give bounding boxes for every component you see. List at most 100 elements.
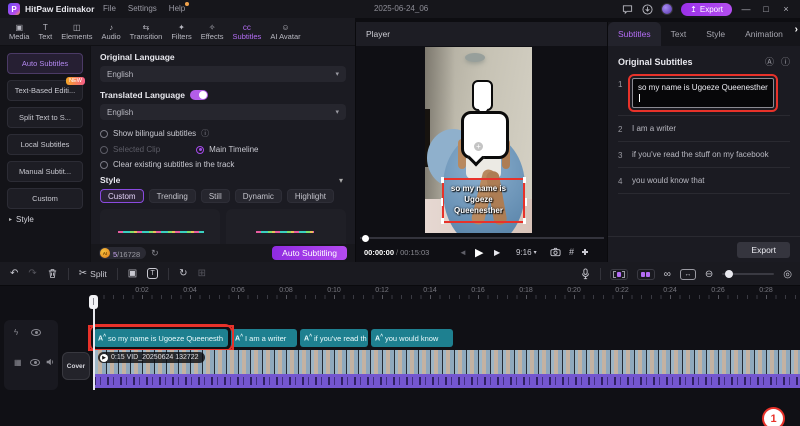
menu-item[interactable]: Help xyxy=(169,4,185,13)
clear-subtitles-checkbox[interactable] xyxy=(100,161,108,169)
clear-subtitles-label: Clear existing subtitles in the track xyxy=(113,160,234,169)
move-handle-icon[interactable]: + xyxy=(473,141,484,152)
subtitle-text-field[interactable]: you would know that xyxy=(632,175,711,186)
translated-language-toggle[interactable] xyxy=(190,90,208,100)
ribbon-tab[interactable]: ♪ Audio xyxy=(101,23,120,41)
sidebar-item[interactable]: Split Text to S... xyxy=(7,107,83,128)
cover-button[interactable]: Cover xyxy=(62,352,90,380)
snap-icon[interactable] xyxy=(637,269,655,280)
info-icon[interactable]: ⓘ xyxy=(201,128,209,139)
redo-icon[interactable]: ↷ xyxy=(28,268,36,279)
right-panel-tab[interactable]: Text xyxy=(661,22,697,46)
next-frame-icon[interactable]: ▶ xyxy=(494,248,500,257)
mute-track-icon[interactable] xyxy=(45,357,55,367)
subtitle-row[interactable]: 1 so my name is Ugoeze Queenesther xyxy=(608,74,800,112)
minimize-icon[interactable]: — xyxy=(740,4,752,14)
previous-frame-icon[interactable]: ◄ xyxy=(459,248,467,257)
zoom-out-icon[interactable]: ⊖ xyxy=(705,269,713,280)
grid-icon[interactable]: # xyxy=(569,247,574,257)
mask-icon[interactable]: ▣ xyxy=(128,268,137,279)
feedback-icon[interactable] xyxy=(621,3,633,15)
subtitle-row[interactable]: 4 you would know that xyxy=(608,171,800,190)
video-clip[interactable]: ▶ 0:15 VID_20250624 132722 xyxy=(94,350,800,374)
subtitle-text-field[interactable]: so my name is Ugoeze Queenesther xyxy=(632,78,774,108)
split-button[interactable]: ✂ Split xyxy=(79,268,107,279)
right-panel-tab[interactable]: Animation xyxy=(735,22,793,46)
ribbon-tab[interactable]: ⇆ Transition xyxy=(130,23,163,41)
voiceover-mic-icon[interactable] xyxy=(580,268,591,280)
snapshot-icon[interactable] xyxy=(550,247,561,257)
play-icon[interactable]: ▶ xyxy=(475,246,483,259)
right-panel-tab[interactable]: Style xyxy=(696,22,735,46)
selected-clip-radio[interactable] xyxy=(100,146,108,154)
export-button[interactable]: ↥ Export xyxy=(681,3,732,16)
video-track-icon[interactable]: ▦ xyxy=(14,358,22,367)
style-tab[interactable]: Dynamic xyxy=(235,189,282,203)
sidebar-item-style[interactable]: ▸ Style xyxy=(7,215,83,224)
menu-item[interactable]: Settings xyxy=(128,4,157,13)
ribbon-tab[interactable]: ◫ Elements xyxy=(61,23,92,41)
tabs-overflow-chevron-icon[interactable]: › xyxy=(795,24,798,35)
subtitle-text-field[interactable]: if you've read the stuff on my facebook xyxy=(632,149,775,160)
zoom-slider-handle[interactable] xyxy=(725,270,733,278)
ribbon-tab[interactable]: ✧ Effects xyxy=(201,23,224,41)
text-tool-icon[interactable]: T xyxy=(147,268,158,279)
auto-translate-icon[interactable]: Ⓐ xyxy=(765,55,774,68)
style-tab[interactable]: Still xyxy=(201,189,230,203)
expand-clips-icon[interactable]: ↔ xyxy=(680,269,696,280)
right-panel-tab[interactable]: Subtitles xyxy=(608,22,661,46)
maximize-icon[interactable]: □ xyxy=(760,4,772,14)
link-clips-icon[interactable]: ∞ xyxy=(664,269,671,280)
refresh-icon[interactable]: ↻ xyxy=(151,248,159,259)
sidebar-item[interactable]: Text-Based Editi... NEW xyxy=(7,80,83,101)
player-progress-bar[interactable] xyxy=(360,237,604,239)
undo-icon[interactable]: ↶ xyxy=(10,268,18,279)
video-preview[interactable]: + so my name is Ugoeze Queenesther xyxy=(425,47,532,233)
replace-icon[interactable]: ↻ xyxy=(179,268,187,279)
audio-waveform[interactable] xyxy=(94,374,800,388)
style-sample-text xyxy=(256,231,314,233)
download-icon[interactable] xyxy=(641,3,653,15)
subtitle-clip[interactable]: A you would know xyxy=(371,329,453,347)
ruler-timestamp: 0:22 xyxy=(615,287,629,294)
export-subtitles-button[interactable]: Export xyxy=(737,242,790,258)
ribbon-tab[interactable]: ✦ Filters xyxy=(171,23,191,41)
style-tabs-chevron-icon[interactable]: ▾ xyxy=(339,176,343,185)
menu-item[interactable]: File xyxy=(103,4,116,13)
playhead-handle[interactable] xyxy=(89,295,98,309)
style-tab[interactable]: Custom xyxy=(100,189,144,203)
user-avatar[interactable] xyxy=(661,3,673,15)
aspect-ratio-select[interactable]: 9:16▾ xyxy=(516,248,537,257)
close-icon[interactable]: × xyxy=(780,4,792,14)
translated-language-select[interactable]: English ▾ xyxy=(100,104,346,120)
video-track-visibility-icon[interactable] xyxy=(30,359,40,366)
ribbon-tab[interactable]: cc Subtitles xyxy=(233,23,262,41)
timeline-zoom-slider[interactable] xyxy=(722,273,774,275)
play-badge-icon: ▶ xyxy=(100,354,108,362)
delete-icon[interactable] xyxy=(47,268,58,279)
info-icon[interactable]: ⓘ xyxy=(781,55,790,68)
sidebar-item[interactable]: Local Subtitles xyxy=(7,134,83,155)
style-tab[interactable]: Trending xyxy=(149,189,196,203)
ribbon-tab[interactable]: ☺ AI Avatar xyxy=(270,23,300,41)
subtitle-row[interactable]: 3 if you've read the stuff on my faceboo… xyxy=(608,145,800,164)
style-tab[interactable]: Highlight xyxy=(287,189,334,203)
ribbon-tab[interactable]: T Text xyxy=(38,23,52,41)
timeline-ruler[interactable]: 0:02 0:04 0:06 0:08 0:10 0:12 0:14 0:16 … xyxy=(0,286,800,300)
subtitle-text-field[interactable]: I am a writer xyxy=(632,123,682,134)
bilingual-checkbox[interactable] xyxy=(100,130,108,138)
progress-handle[interactable] xyxy=(362,235,369,242)
original-language-select[interactable]: English ▾ xyxy=(100,66,346,82)
zoom-fit-icon[interactable]: ◎ xyxy=(783,269,792,280)
auto-subtitling-button[interactable]: Auto Subtitling xyxy=(272,246,347,260)
add-clip-icon[interactable]: ⊞ xyxy=(198,268,206,279)
sidebar-item[interactable]: Auto Subtitles xyxy=(7,53,83,74)
subtitle-clip[interactable]: A I am a writer xyxy=(231,329,297,347)
sidebar-item[interactable]: Manual Subtit... xyxy=(7,161,83,182)
subtitle-row[interactable]: 2 I am a writer xyxy=(608,119,800,138)
main-timeline-radio[interactable] xyxy=(196,146,204,154)
ribbon-tab[interactable]: ▣ Media xyxy=(9,23,29,41)
subtitle-clip[interactable]: A if you've read th xyxy=(300,329,368,347)
sidebar-item[interactable]: Custom xyxy=(7,188,83,209)
ripple-edit-icon[interactable] xyxy=(610,269,628,280)
